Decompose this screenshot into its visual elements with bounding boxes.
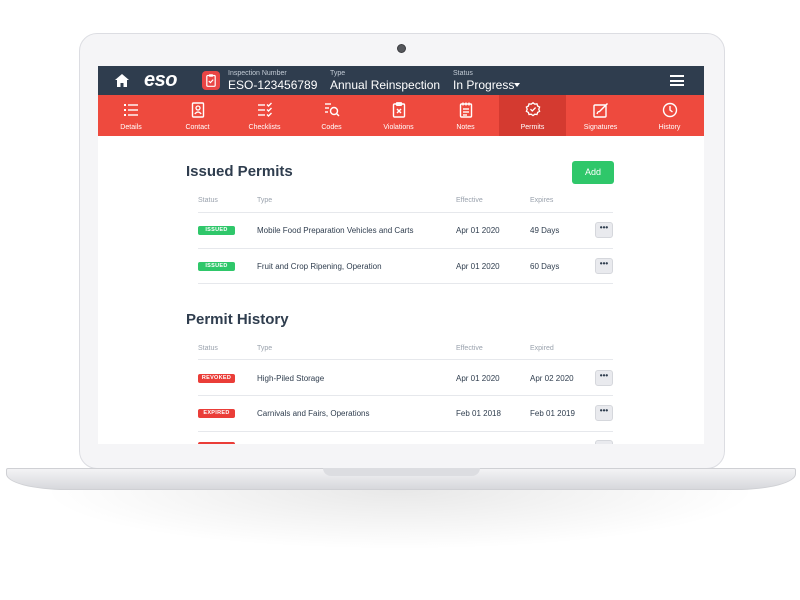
signature-icon [592,103,608,118]
permit-history-title: Permit History [186,311,289,328]
more-options-button[interactable]: ••• [595,405,613,421]
inspection-number: ESO-123456789 [228,78,318,92]
more-options-button[interactable] [595,440,613,444]
more-options-button[interactable]: ••• [595,258,613,274]
tab-label: Notes [456,124,475,131]
row-divider [198,283,613,284]
column-header-status: Status [198,345,218,352]
tab-details[interactable]: Details [98,95,164,136]
permit-type: High-Piled Storage [257,374,325,383]
inspection-number-label: Inspection Number [228,70,287,77]
more-options-button[interactable]: ••• [595,370,613,386]
row-divider [198,431,613,432]
status-badge: REVOKED [198,374,235,383]
tab-permits[interactable]: Permits [499,95,566,136]
tab-label: Details [120,124,142,131]
column-header-effective: Effective [456,197,483,204]
tab-signatures[interactable]: Signatures [566,95,635,136]
laptop-notch [323,468,480,476]
app-screen: eso Inspection Number ESO-123456789 Type… [98,66,704,444]
effective-date: Apr 01 2020 [456,374,500,383]
status-badge: EXPIRED [198,409,235,418]
checklist-icon [257,102,272,117]
effective-date: Apr 01 2020 [456,226,500,235]
row-divider [198,212,613,213]
eso-logo: eso [144,69,177,91]
column-header-status: Status [198,197,218,204]
type-value: Annual Reinspection [330,78,441,92]
issued-permits-title: Issued Permits [186,163,293,180]
hamburger-menu-icon[interactable] [670,75,684,86]
row-divider [198,248,613,249]
status-label: Status [453,70,473,77]
header-bar: eso Inspection Number ESO-123456789 Type… [98,66,704,95]
clipboard-icon [202,71,220,90]
tab-checklists[interactable]: Checklists [231,95,298,136]
column-header-expired: Expired [530,345,554,352]
tab-history[interactable]: History [635,95,704,136]
permit-type: Mobile Food Preparation Vehicles and Car… [257,226,414,235]
tab-label: Permits [520,124,545,131]
tab-codes[interactable]: Codes [298,95,365,136]
add-permit-button[interactable]: Add [572,161,614,184]
code-search-icon [324,103,339,117]
home-icon[interactable] [115,74,129,87]
tab-label: Contact [185,124,210,131]
status-badge: ISSUED [198,226,235,235]
column-header-effective: Effective [456,345,483,352]
expires-value: 49 Days [530,226,560,235]
effective-date: Feb 01 2018 [456,409,501,418]
type-label: Type [330,70,346,77]
status-dropdown[interactable]: In Progress [453,78,514,92]
tab-label: Checklists [248,124,281,131]
contact-card-icon [191,102,204,118]
permit-type: Fruit and Crop Ripening, Operation [257,262,382,271]
camera-icon [397,44,406,53]
tab-label: Signatures [583,124,618,131]
laptop-shadow [40,490,760,550]
tab-contact[interactable]: Contact [164,95,231,136]
expires-value: 60 Days [530,262,560,271]
tab-notes[interactable]: Notes [432,95,499,136]
status-badge [198,442,235,444]
notes-icon [459,102,472,118]
effective-date: Apr 01 2020 [456,262,500,271]
tab-label: Codes [321,124,342,131]
expired-date: Apr 02 2020 [530,374,574,383]
column-header-expires: Expires [530,197,554,204]
list-icon [124,104,138,116]
column-header-type: Type [257,197,273,204]
tab-violations[interactable]: Violations [365,95,432,136]
column-header-type: Type [257,345,273,352]
row-divider [198,395,613,396]
status-badge: ISSUED [198,262,235,271]
clock-history-icon [662,102,677,118]
tab-label: History [658,124,681,131]
permit-type: Carnivals and Fairs, Operations [257,409,370,418]
section-nav: Details Contact Checklists Codes Violati… [98,95,704,136]
tab-label: Violations [383,124,414,131]
permit-badge-icon [525,102,540,117]
violation-icon [392,102,405,118]
chevron-down-icon[interactable] [514,83,520,87]
expired-date: Feb 01 2019 [530,409,575,418]
more-options-button[interactable]: ••• [595,222,613,238]
row-divider [198,359,613,360]
